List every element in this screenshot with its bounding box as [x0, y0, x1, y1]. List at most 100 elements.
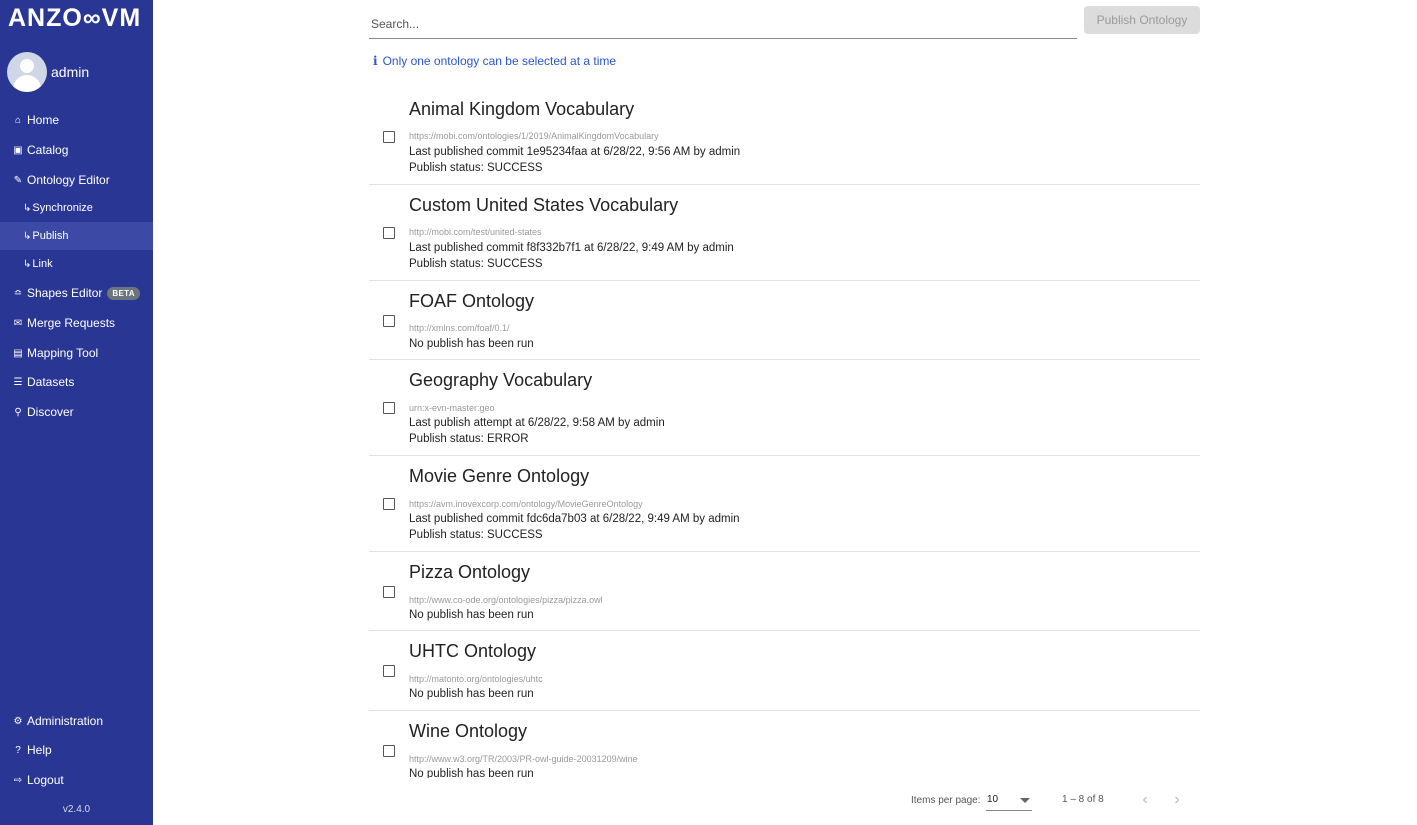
username[interactable]: admin [51, 64, 89, 80]
nav-label: Datasets [27, 375, 75, 389]
select-checkbox[interactable] [383, 745, 395, 757]
envelope-icon: ✉ [13, 317, 23, 329]
avatar[interactable] [7, 52, 47, 92]
status-value: ERROR [486, 433, 529, 445]
info-message: i Only one ontology can be selected at a … [373, 54, 616, 68]
nav-label: Help [27, 743, 52, 757]
select-checkbox[interactable] [383, 131, 395, 143]
publish-status: Publish status: ERROR [409, 433, 529, 445]
home-icon: ⌂ [14, 114, 22, 126]
nav-label: Administration [27, 714, 104, 728]
ontology-iri: urn:x-evn-master:geo [409, 403, 495, 413]
nav-item-ontology-editor[interactable]: ✎ Ontology Editor [0, 166, 153, 194]
status-value: SUCCESS [486, 162, 543, 174]
nav-item-catalog[interactable]: ▣ Catalog [0, 136, 153, 164]
sign-out-icon: ⇨ [13, 774, 23, 786]
ontology-iri: http://www.co-ode.org/ontologies/pizza/p… [409, 595, 603, 605]
nav-label: Discover [27, 405, 74, 419]
ontology-iri: http://www.w3.org/TR/2003/PR-owl-guide-2… [409, 754, 638, 764]
publish-info: Last publish attempt at 6/28/22, 9:58 AM… [409, 417, 665, 429]
subitem-arrow-icon: ↳ [23, 230, 32, 242]
nav-item-publish[interactable]: ↳ Publish [0, 222, 153, 250]
nav-label: Publish [32, 230, 69, 242]
select-checkbox[interactable] [383, 665, 395, 677]
ontology-title: Pizza Ontology [409, 562, 531, 582]
version-label: v2.4.0 [62, 804, 91, 815]
select-checkbox[interactable] [383, 227, 395, 239]
search-input[interactable] [369, 16, 1073, 32]
ontology-iri: https://avm.inovexcorp.com/ontology/Movi… [409, 499, 643, 509]
nav-label: Merge Requests [27, 316, 116, 330]
ontology-title: Animal Kingdom Vocabulary [409, 99, 635, 119]
ontology-title: Geography Vocabulary [409, 370, 593, 390]
nav-item-help[interactable]: ? Help [0, 736, 153, 764]
select-checkbox[interactable] [383, 402, 395, 414]
sidebar: ANZO∞VM admin ⌂ Home ▣ Catalog ✎ Ontology E… [0, 0, 153, 825]
ontology-iri: http://xmlns.com/foaf/0.1/ [409, 323, 510, 333]
info-icon: i [373, 54, 378, 68]
nav-label: Ontology Editor [27, 173, 110, 187]
status-value: SUCCESS [486, 258, 543, 270]
publish-info: Last published commit 1e95234faa at 6/28… [409, 146, 741, 158]
list-item[interactable]: FOAF Ontology http://xmlns.com/foaf/0.1/… [369, 280, 1200, 360]
nav-item-discover[interactable]: ⚲ Discover [0, 398, 153, 426]
list-item[interactable]: UHTC Ontology http://matonto.org/ontolog… [369, 630, 1200, 711]
beta-badge: BETA [107, 286, 140, 300]
publish-info: No publish has been run [409, 768, 534, 778]
nav-item-mapping-tool[interactable]: ▤ Mapping Tool [0, 339, 153, 367]
book-icon: ▣ [13, 144, 23, 156]
ontology-title: UHTC Ontology [409, 641, 537, 661]
list-item[interactable]: Geography Vocabulary urn:x-evn-master:ge… [369, 359, 1200, 456]
nav-item-administration[interactable]: ⚙ Administration [0, 707, 153, 735]
nav-item-logout[interactable]: ⇨ Logout [0, 766, 153, 794]
status-value: SUCCESS [486, 529, 543, 541]
list-item[interactable]: Movie Genre Ontology https://avm.inovexc… [369, 455, 1200, 552]
ontology-title: Wine Ontology [409, 721, 528, 741]
ontology-title: Movie Genre Ontology [409, 466, 590, 486]
nav-item-home[interactable]: ⌂ Home [0, 106, 153, 134]
items-per-page-select[interactable]: 10 [986, 792, 1032, 811]
publish-info: No publish has been run [409, 609, 534, 621]
search-field [369, 10, 1077, 39]
chevron-right-icon[interactable]: › [1167, 790, 1187, 810]
ontology-title: Custom United States Vocabulary [409, 195, 679, 215]
nav-item-datasets[interactable]: ☰ Datasets [0, 368, 153, 396]
list-item[interactable]: Animal Kingdom Vocabulary https://mobi.c… [369, 88, 1200, 185]
database-icon: ☰ [13, 376, 23, 388]
nav-label: Synchronize [32, 202, 93, 214]
subitem-arrow-icon: ↳ [23, 258, 32, 270]
select-checkbox[interactable] [383, 586, 395, 598]
map-icon: ▤ [13, 347, 23, 359]
gear-icon: ⚙ [13, 715, 23, 727]
publish-info: Last published commit fdc6da7b03 at 6/28… [409, 513, 740, 525]
select-checkbox[interactable] [383, 315, 395, 327]
nav-item-synchronize[interactable]: ↳ Synchronize [0, 194, 153, 222]
list-item[interactable]: Wine Ontology http://www.w3.org/TR/2003/… [369, 710, 1200, 778]
nav-item-shapes-editor[interactable]: ≏ Shapes Editor BETA [0, 279, 153, 307]
select-checkbox[interactable] [383, 498, 395, 510]
publish-status: Publish status: SUCCESS [409, 258, 543, 270]
nav-label: Shapes Editor [27, 286, 103, 300]
ontology-iri: https://mobi.com/ontologies/1/2019/Anima… [409, 131, 659, 141]
ontology-iri: http://mobi.com/test/united-states [409, 227, 542, 237]
list-item[interactable]: Custom United States Vocabulary http://m… [369, 184, 1200, 281]
chevron-left-icon[interactable]: ‹ [1135, 790, 1155, 810]
nav-item-link[interactable]: ↳ Link [0, 250, 153, 278]
ontology-iri: http://matonto.org/ontologies/uhtc [409, 674, 543, 684]
list-item[interactable]: Pizza Ontology http://www.co-ode.org/ont… [369, 551, 1200, 631]
edit-icon: ✎ [13, 174, 23, 186]
items-per-page-label: Items per page: [911, 795, 981, 806]
nav-label: Link [32, 258, 53, 270]
publish-ontology-button[interactable]: Publish Ontology [1084, 6, 1200, 34]
info-text: Only one ontology can be selected at a t… [382, 54, 617, 68]
publish-status: Publish status: SUCCESS [409, 162, 543, 174]
caret-down-icon [1020, 798, 1030, 803]
shapes-icon: ≏ [13, 287, 23, 299]
nav-item-merge-requests[interactable]: ✉ Merge Requests [0, 309, 153, 337]
nav-label: Logout [27, 773, 64, 787]
publish-info: No publish has been run [409, 688, 534, 700]
app-logo[interactable]: ANZO∞VM [8, 3, 148, 33]
question-icon: ? [15, 744, 21, 756]
nav-label: Catalog [27, 143, 69, 157]
publish-info: No publish has been run [409, 338, 534, 350]
